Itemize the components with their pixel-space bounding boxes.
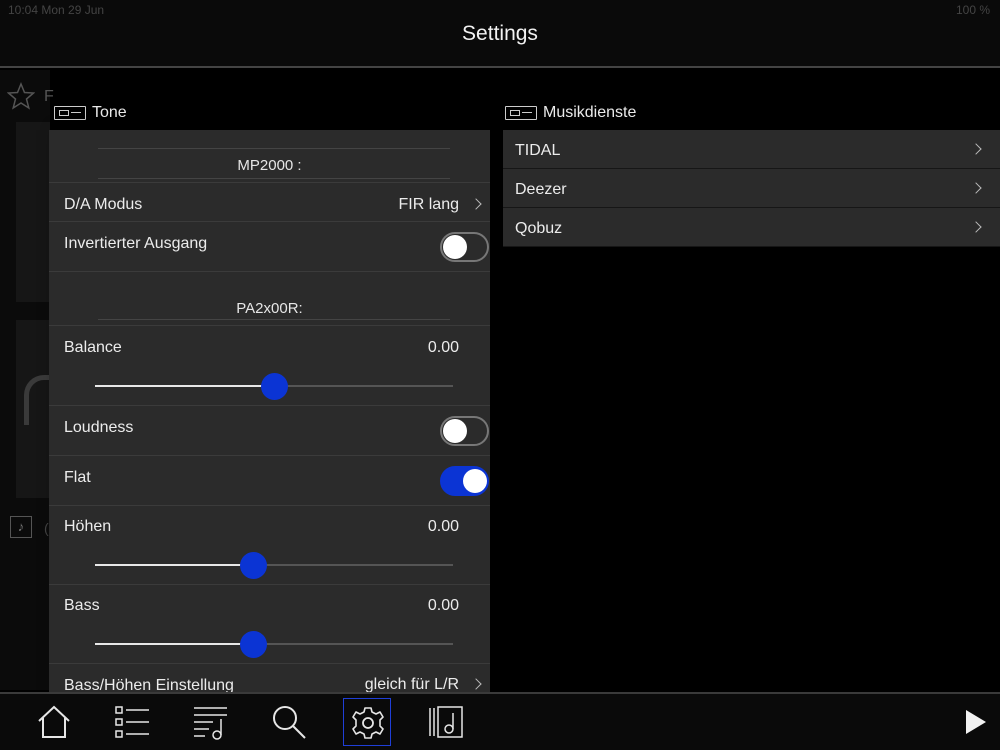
amplifier-icon	[505, 106, 537, 120]
loudness-toggle[interactable]	[440, 416, 489, 446]
music-note-icon: ♪	[10, 516, 32, 538]
music-services-list: TIDAL Deezer Qobuz	[503, 130, 1000, 247]
amplifier-icon	[54, 106, 86, 120]
music-service-tidal[interactable]: TIDAL	[503, 130, 1000, 169]
background-letter: F	[44, 88, 54, 105]
bass-value: 0.00	[427, 597, 459, 614]
balance-slider[interactable]	[95, 373, 453, 400]
background-letter: (	[44, 520, 49, 536]
chevron-right-icon	[470, 678, 482, 690]
music-services-title: Musikdienste	[543, 104, 637, 121]
row-spacer	[49, 130, 490, 183]
balance-value: 0.00	[427, 339, 459, 356]
page-title: Settings	[462, 22, 538, 45]
inverted-output-label: Invertierter Ausgang	[64, 235, 208, 252]
music-services-header: Musikdienste	[505, 104, 636, 122]
play-icon[interactable]	[950, 698, 998, 746]
da-mode-value: FIR lang	[398, 196, 459, 213]
da-mode-label: D/A Modus	[64, 196, 143, 213]
flat-toggle[interactable]	[440, 466, 489, 496]
star-icon	[6, 82, 36, 115]
chevron-right-icon	[970, 143, 982, 155]
chevron-right-icon	[970, 221, 982, 233]
treble-slider-thumb[interactable]	[239, 552, 267, 579]
bass-treble-setting-row[interactable]: Bass/Höhen Einstellung gleich für L/R	[49, 664, 490, 692]
row-spacer	[49, 272, 490, 326]
music-library-icon[interactable]	[422, 698, 470, 746]
tone-panel: MP2000 : D/A Modus FIR lang Invertierter…	[49, 130, 490, 692]
balance-row: Balance 0.00	[49, 326, 490, 406]
background-cover	[16, 122, 50, 302]
treble-slider[interactable]	[95, 552, 453, 579]
settings-icon[interactable]	[343, 698, 391, 746]
inverted-output-toggle[interactable]	[440, 232, 489, 262]
balance-label: Balance	[64, 339, 122, 356]
tone-section-header: Tone	[54, 104, 127, 122]
treble-row: Höhen 0.00	[49, 506, 490, 585]
status-time: 10:04 Mon 29 Jun	[8, 3, 105, 17]
balance-slider-thumb[interactable]	[261, 373, 288, 400]
tab-bar	[0, 692, 1000, 750]
status-battery: 100 %	[955, 3, 990, 17]
treble-value: 0.00	[427, 518, 459, 535]
bass-slider-thumb[interactable]	[239, 631, 267, 658]
search-icon[interactable]	[265, 698, 313, 746]
home-icon[interactable]	[30, 698, 78, 746]
bass-row: Bass 0.00	[49, 585, 490, 664]
flat-row: Flat	[49, 456, 490, 506]
bass-treble-setting-value: gleich für L/R	[364, 676, 459, 692]
playlist-icon[interactable]	[187, 698, 235, 746]
chevron-right-icon	[970, 182, 982, 194]
music-service-label: Qobuz	[515, 220, 563, 237]
music-service-deezer[interactable]: Deezer	[503, 169, 1000, 208]
music-service-label: TIDAL	[515, 142, 561, 159]
music-service-qobuz[interactable]: Qobuz	[503, 208, 1000, 247]
bass-treble-setting-label: Bass/Höhen Einstellung	[64, 677, 234, 692]
divider	[98, 319, 450, 320]
chevron-right-icon	[470, 198, 482, 210]
pa-header: PA2x00R:	[236, 300, 303, 317]
bass-label: Bass	[64, 597, 100, 614]
loudness-row: Loudness	[49, 406, 490, 456]
bass-slider[interactable]	[95, 631, 453, 658]
inverted-output-row: Invertierter Ausgang	[49, 222, 490, 272]
tone-title: Tone	[92, 104, 127, 121]
music-service-label: Deezer	[515, 181, 567, 198]
flat-label: Flat	[64, 469, 91, 486]
list-icon[interactable]	[108, 698, 156, 746]
treble-label: Höhen	[64, 518, 112, 535]
loudness-label: Loudness	[64, 419, 134, 436]
da-mode-row[interactable]: D/A Modus FIR lang	[49, 183, 490, 222]
status-bar: 10:04 Mon 29 Jun 100 %	[0, 0, 1000, 20]
